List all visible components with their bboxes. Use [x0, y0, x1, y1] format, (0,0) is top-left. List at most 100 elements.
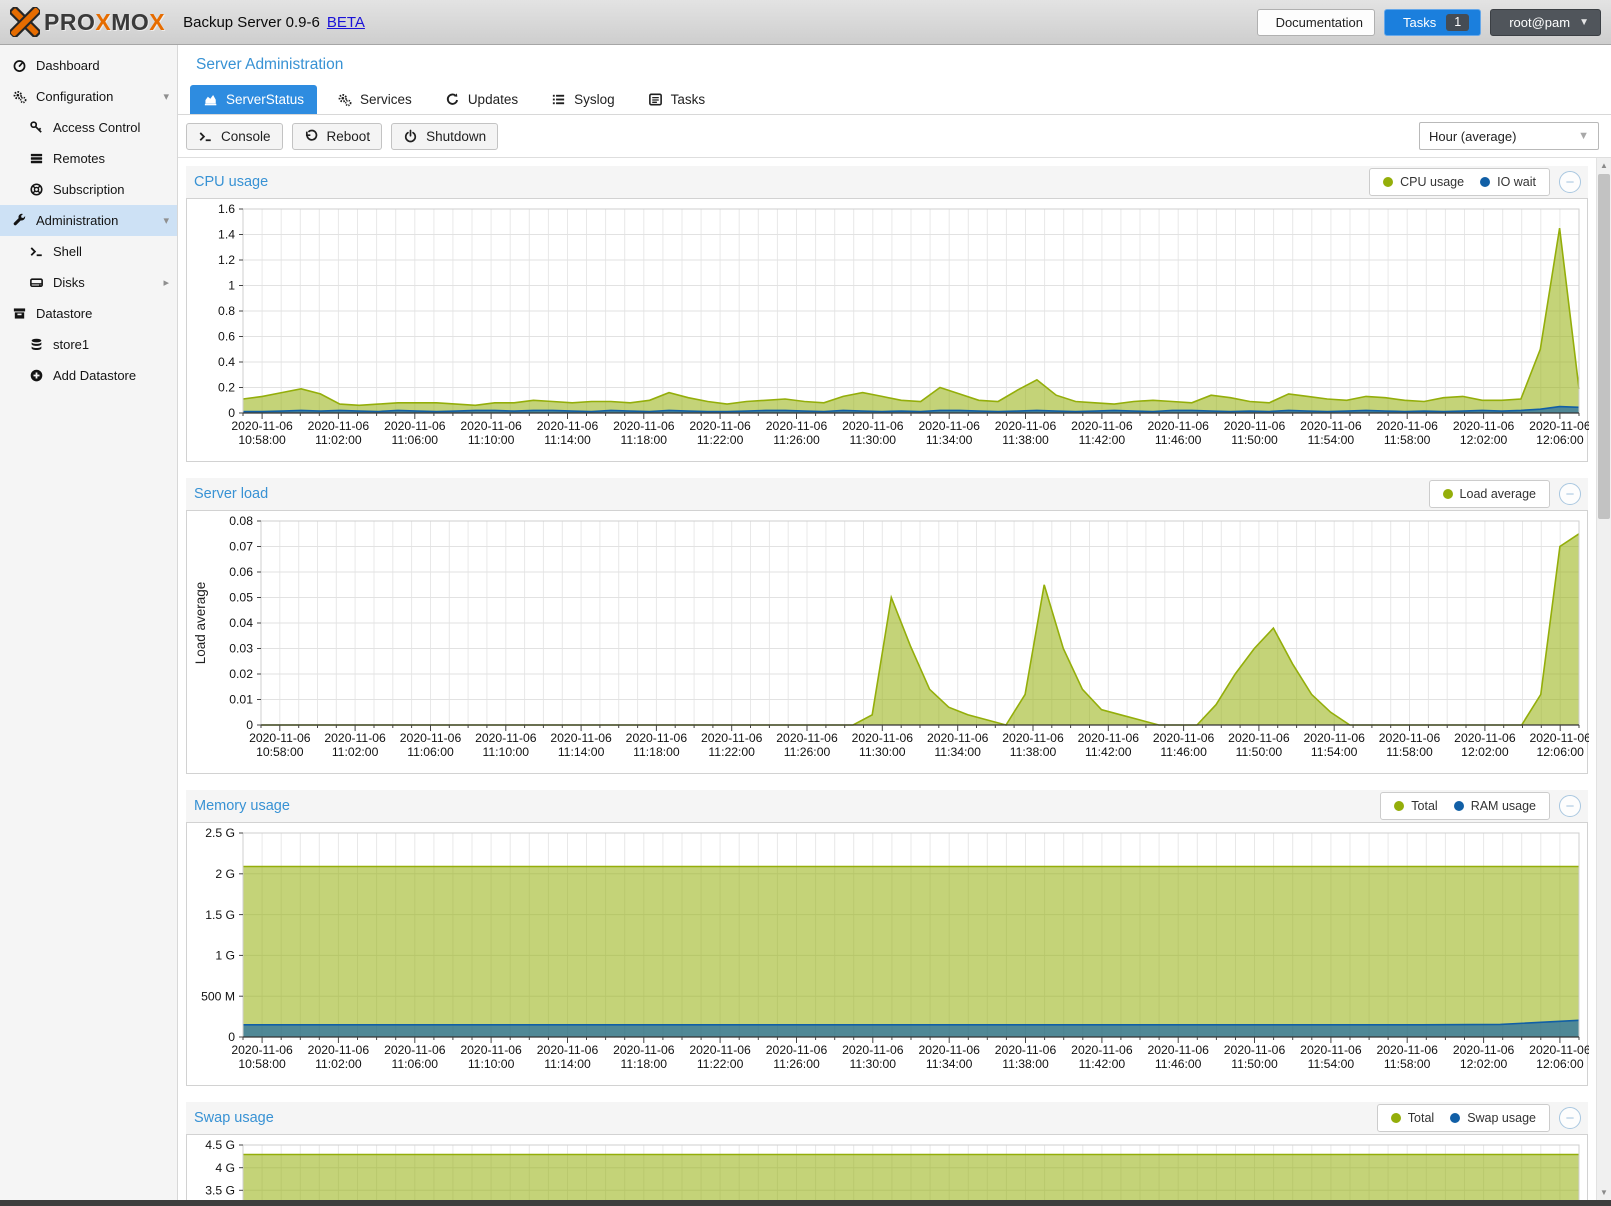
sidebar-item-remotes[interactable]: Remotes: [0, 143, 177, 174]
legend-label: Swap usage: [1467, 1111, 1536, 1125]
sidebar-item-configuration[interactable]: Configuration▾: [0, 81, 177, 112]
svg-text:0.4: 0.4: [218, 355, 235, 369]
svg-text:11:34:00: 11:34:00: [934, 745, 981, 759]
sidebar-item-store1[interactable]: store1: [0, 329, 177, 360]
legend-label: Load average: [1460, 487, 1536, 501]
scrollbar-thumb[interactable]: [1598, 174, 1610, 519]
console-button[interactable]: Console: [186, 123, 283, 150]
svg-text:2020-11-06: 2020-11-06: [918, 1043, 980, 1057]
chart-legend: Total RAM usage: [1380, 792, 1550, 820]
panel-swap-usage: Swap usageTotalSwap usage−0500 M1 G1.5 G…: [186, 1102, 1588, 1200]
power-icon: [403, 129, 418, 144]
collapse-panel-button[interactable]: −: [1559, 795, 1581, 817]
reboot-button[interactable]: Reboot: [292, 123, 383, 150]
shutdown-button[interactable]: Shutdown: [391, 123, 498, 150]
brand-wordmark: PROXMOX: [44, 9, 165, 36]
svg-text:2 G: 2 G: [215, 867, 235, 881]
svg-text:11:50:00: 11:50:00: [1236, 745, 1283, 759]
page-title: Server Administration: [178, 45, 1611, 81]
tasks-button[interactable]: Tasks 1: [1384, 9, 1481, 36]
collapse-panel-button[interactable]: −: [1559, 1107, 1581, 1129]
sidebar-item-disks[interactable]: Disks ▸: [0, 267, 177, 298]
scroll-up-arrow-icon[interactable]: ▲: [1597, 158, 1611, 173]
sidebar-item-dashboard[interactable]: Dashboard: [0, 50, 177, 81]
chevron-down-icon[interactable]: ▾: [163, 90, 169, 103]
sidebar-item-administration[interactable]: Administration▾: [0, 205, 177, 236]
svg-text:11:22:00: 11:22:00: [697, 433, 744, 447]
sidebar-item-datastore[interactable]: Datastore: [0, 298, 177, 329]
svg-text:2020-11-06: 2020-11-06: [1071, 1043, 1133, 1057]
button-label: Shutdown: [426, 129, 486, 144]
svg-text:11:10:00: 11:10:00: [468, 1057, 515, 1071]
svg-text:2020-11-06: 2020-11-06: [1002, 731, 1064, 745]
tab-updates[interactable]: Updates: [432, 85, 531, 114]
vertical-scrollbar[interactable]: ▲ ▼: [1596, 158, 1611, 1200]
tab-services[interactable]: Services: [324, 85, 425, 114]
collapse-panel-button[interactable]: −: [1559, 483, 1581, 505]
chevron-right-icon[interactable]: ▸: [163, 276, 169, 289]
svg-text:2020-11-06: 2020-11-06: [384, 419, 446, 433]
terminal-icon: [198, 129, 213, 144]
svg-text:11:14:00: 11:14:00: [544, 1057, 591, 1071]
svg-text:11:22:00: 11:22:00: [708, 745, 755, 759]
svg-text:11:42:00: 11:42:00: [1079, 1057, 1126, 1071]
legend-item[interactable]: Total: [1394, 799, 1437, 813]
svg-text:11:02:00: 11:02:00: [315, 1057, 362, 1071]
svg-text:2020-11-06: 2020-11-06: [613, 419, 675, 433]
chevron-down-icon: ▼: [1579, 17, 1589, 28]
svg-text:2020-11-06: 2020-11-06: [995, 419, 1057, 433]
documentation-label: Documentation: [1276, 15, 1363, 30]
sidebar-item-label: Disks: [53, 275, 85, 290]
collapse-panel-button[interactable]: −: [1559, 171, 1581, 193]
svg-text:0.06: 0.06: [229, 565, 253, 579]
svg-text:2020-11-06: 2020-11-06: [1153, 731, 1215, 745]
svg-text:2020-11-06: 2020-11-06: [689, 1043, 751, 1057]
svg-text:2020-11-06: 2020-11-06: [231, 419, 293, 433]
svg-text:2020-11-06: 2020-11-06: [460, 419, 522, 433]
documentation-button[interactable]: Documentation: [1257, 9, 1375, 36]
wrench-icon: [12, 213, 27, 228]
tab-serverstatus[interactable]: ServerStatus: [190, 85, 317, 114]
beta-link[interactable]: BETA: [327, 14, 365, 31]
svg-text:11:38:00: 11:38:00: [1002, 1057, 1049, 1071]
svg-text:2020-11-06: 2020-11-06: [1379, 731, 1441, 745]
legend-item[interactable]: CPU usage: [1383, 175, 1464, 189]
svg-text:2020-11-06: 2020-11-06: [1300, 419, 1362, 433]
legend-item[interactable]: IO wait: [1480, 175, 1536, 189]
tabbar: ServerStatus Services Updates SyslogTasks: [178, 81, 1611, 115]
svg-text:2020-11-06: 2020-11-06: [701, 731, 763, 745]
refresh-icon: [445, 92, 460, 107]
scroll-down-arrow-icon[interactable]: ▼: [1597, 1185, 1611, 1200]
sidebar-item-access-control[interactable]: Access Control: [0, 112, 177, 143]
key-icon: [29, 120, 44, 135]
svg-text:11:18:00: 11:18:00: [621, 433, 668, 447]
panel-cpu-usage: CPU usageCPU usageIO wait−00.20.40.60.81…: [186, 166, 1588, 462]
svg-text:11:58:00: 11:58:00: [1384, 433, 1431, 447]
svg-text:11:18:00: 11:18:00: [633, 745, 680, 759]
chart-legend: Load average: [1429, 480, 1550, 508]
legend-item[interactable]: Swap usage: [1450, 1111, 1536, 1125]
svg-text:11:30:00: 11:30:00: [859, 745, 906, 759]
gears-icon: [337, 92, 352, 107]
svg-text:2020-11-06: 2020-11-06: [1376, 419, 1438, 433]
svg-text:11:54:00: 11:54:00: [1311, 745, 1358, 759]
svg-text:2020-11-06: 2020-11-06: [324, 731, 386, 745]
tab-tasks[interactable]: Tasks: [635, 85, 719, 114]
chevron-down-icon[interactable]: ▾: [163, 214, 169, 227]
tab-label: ServerStatus: [226, 92, 304, 107]
svg-text:1.5 G: 1.5 G: [205, 908, 235, 922]
sidebar-item-add-datastore[interactable]: Add Datastore: [0, 360, 177, 391]
tab-label: Updates: [468, 92, 518, 107]
legend-item[interactable]: RAM usage: [1454, 799, 1536, 813]
disk-icon: [29, 275, 44, 290]
legend-item[interactable]: Load average: [1443, 487, 1536, 501]
svg-text:11:58:00: 11:58:00: [1386, 745, 1433, 759]
tab-syslog[interactable]: Syslog: [538, 85, 628, 114]
svg-text:11:06:00: 11:06:00: [392, 1057, 439, 1071]
user-menu-button[interactable]: root@pam ▼: [1490, 9, 1601, 36]
sidebar-item-shell[interactable]: Shell: [0, 236, 177, 267]
svg-text:3.5 G: 3.5 G: [205, 1184, 235, 1198]
sidebar-item-subscription[interactable]: Subscription: [0, 174, 177, 205]
range-select[interactable]: Hour (average) ▼: [1419, 122, 1599, 150]
legend-item[interactable]: Total: [1391, 1111, 1434, 1125]
